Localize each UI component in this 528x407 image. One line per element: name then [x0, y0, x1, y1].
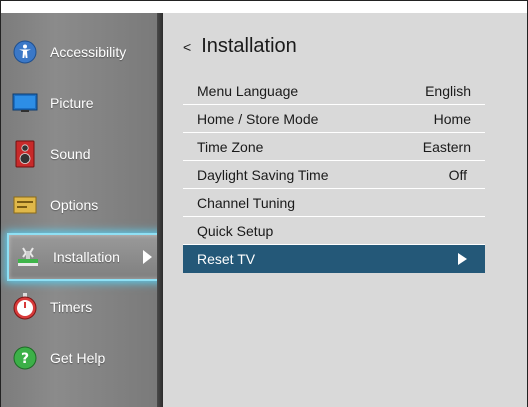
svg-text:?: ? — [21, 351, 29, 367]
menu-row-time-zone[interactable]: Time Zone Eastern — [183, 133, 485, 161]
row-value: Off — [448, 166, 467, 183]
page-title-text: Installation — [201, 35, 297, 57]
settings-menu: Menu Language English Home / Store Mode … — [183, 77, 485, 273]
page-title: < Installation — [183, 35, 297, 58]
options-icon — [12, 192, 38, 218]
row-label: Time Zone — [197, 138, 264, 155]
menu-row-channel-tuning[interactable]: Channel Tuning — [183, 189, 485, 217]
sidebar-item-label: Sound — [50, 146, 91, 162]
sound-icon — [12, 140, 38, 168]
sidebar-item-label: Get Help — [50, 350, 106, 366]
chevron-right-icon — [458, 253, 467, 265]
row-value: Home — [433, 110, 471, 127]
row-value: English — [425, 82, 471, 99]
menu-row-reset-tv[interactable]: Reset TV — [183, 245, 485, 273]
row-label: Quick Setup — [197, 222, 274, 239]
menu-row-daylight-saving-time[interactable]: Daylight Saving Time Off — [183, 161, 485, 189]
sidebar-item-installation[interactable]: Installation — [7, 233, 164, 281]
installation-icon — [15, 244, 41, 270]
picture-icon — [12, 90, 38, 116]
sidebar-item-timers[interactable]: Timers — [1, 285, 157, 329]
sidebar: Accessibility Picture Sound Options Inst… — [1, 13, 164, 407]
sidebar-item-label: Timers — [50, 299, 93, 315]
row-value: Eastern — [422, 138, 471, 155]
accessibility-icon — [12, 39, 38, 65]
sidebar-item-label: Installation — [53, 249, 120, 265]
sidebar-item-label: Picture — [50, 95, 94, 111]
row-label: Daylight Saving Time — [197, 166, 329, 183]
main-panel: < Installation Menu Language English Hom… — [163, 13, 527, 407]
row-label: Channel Tuning — [197, 194, 296, 211]
sidebar-item-label: Options — [50, 197, 99, 213]
back-icon[interactable]: < — [183, 39, 191, 55]
sidebar-item-label: Accessibility — [50, 44, 127, 60]
menu-row-menu-language[interactable]: Menu Language English — [183, 77, 485, 105]
row-label: Menu Language — [197, 82, 299, 99]
row-label: Reset TV — [197, 251, 256, 267]
timers-icon — [12, 293, 38, 320]
sidebar-item-get-help[interactable]: ? Get Help — [1, 336, 157, 380]
sidebar-item-picture[interactable]: Picture — [1, 81, 157, 125]
menu-row-home-store-mode[interactable]: Home / Store Mode Home — [183, 105, 485, 133]
row-label: Home / Store Mode — [197, 110, 319, 127]
sidebar-item-options[interactable]: Options — [1, 183, 157, 227]
menu-row-quick-setup[interactable]: Quick Setup — [183, 217, 485, 245]
sidebar-item-sound[interactable]: Sound — [1, 132, 157, 176]
chevron-right-icon — [143, 250, 152, 264]
sidebar-item-accessibility[interactable]: Accessibility — [1, 30, 157, 74]
help-icon: ? — [12, 345, 38, 371]
